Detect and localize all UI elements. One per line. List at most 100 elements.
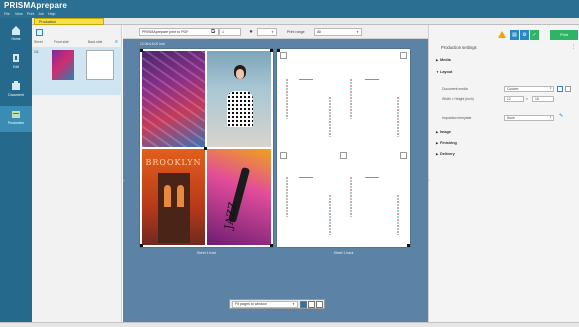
sheet-back[interactable] [277, 49, 410, 247]
collapse-right-icon[interactable]: › [428, 176, 432, 186]
brooklyn-text: BROOKLYN [145, 158, 202, 167]
chevron-down-icon: ▼ [292, 302, 295, 306]
page-view-button[interactable]: ▤ [510, 30, 519, 40]
menu-job[interactable]: Job [38, 12, 44, 16]
chevron-down-icon: ▼ [549, 116, 552, 119]
width-field[interactable]: 12 [504, 96, 524, 102]
menu-bar: File View Print Job Help [0, 11, 579, 18]
section-delivery[interactable]: ▶ Delivery [436, 152, 455, 156]
ribbon-production[interactable]: Production [0, 106, 32, 132]
thumbnail-row[interactable]: 1/1 [32, 47, 122, 95]
media-edit-button[interactable] [565, 86, 571, 92]
color-icon[interactable]: ● [247, 28, 255, 36]
tab-production[interactable]: Production [34, 18, 104, 25]
woman-dress [227, 91, 253, 127]
section-image[interactable]: ▶ Image [436, 130, 451, 134]
approve-button[interactable]: ✓ [530, 30, 539, 40]
zoom-select[interactable]: Fit pages to window ▼ [232, 301, 298, 308]
edit-icon [13, 54, 19, 62]
section-finishing[interactable]: ▶ Finishing [436, 141, 457, 145]
pencil-icon[interactable]: ✎ [559, 113, 563, 119]
jazz-text: JAZZ [222, 200, 240, 231]
slug-line [299, 177, 313, 178]
front-caption: Sheet 1 front [196, 251, 217, 255]
woman-face [236, 69, 244, 79]
page-image-woman [207, 51, 271, 147]
zoom-in-button[interactable] [308, 301, 315, 308]
imposition-value: None [507, 116, 515, 120]
settings-view-button[interactable]: ⚙ [520, 30, 529, 40]
media-catalog-button[interactable] [557, 86, 563, 92]
size-label: Width × Height (inch) [442, 97, 474, 101]
printer-select[interactable]: PRISMAprepare print to PDF ▼ [139, 28, 219, 36]
fit-page-button[interactable] [300, 301, 307, 308]
slug-text [350, 79, 352, 119]
warning-icon[interactable] [498, 31, 506, 38]
ribbon-home-label: Home [11, 37, 21, 41]
crop-mark [140, 49, 143, 52]
thumbnail-back-image [86, 50, 114, 80]
menu-print[interactable]: Print [27, 12, 34, 16]
menu-file[interactable]: File [4, 12, 10, 16]
slug-text [350, 177, 352, 217]
section-layout-label: Layout [440, 70, 453, 74]
copies-field[interactable]: 1 [219, 28, 241, 36]
document-icon [12, 81, 20, 90]
section-delivery-label: Delivery [440, 152, 455, 156]
color-select[interactable]: ▼ [257, 28, 277, 36]
crop-mark [270, 244, 273, 247]
panel-action-bar: ▤ ⚙ ✓ Print [498, 30, 579, 40]
chevron-down-icon: ▼ [549, 87, 552, 90]
document-tab-bar: Production [32, 18, 579, 25]
ribbon-edit[interactable]: Edit [0, 50, 32, 76]
thumbnail-sheet-number: 1/1 [34, 50, 39, 54]
slug-text [286, 177, 288, 217]
crop-mark [140, 244, 143, 247]
left-ribbon: Home Edit Document Production [0, 18, 32, 327]
section-media[interactable]: ▶ Media [436, 58, 451, 62]
thumbnail-front-image [52, 50, 74, 80]
registration-mark [400, 52, 407, 59]
document-media-label: Document media [442, 87, 468, 91]
print-range-label: Print range [287, 30, 305, 34]
registration-mark [280, 52, 287, 59]
registration-mark [340, 152, 347, 159]
crop-mark [270, 49, 273, 52]
zoom-out-button[interactable] [316, 301, 323, 308]
ribbon-production-label: Production [7, 121, 25, 125]
crop-mark [407, 244, 410, 247]
document-media-select[interactable]: Custom ▼ [504, 86, 554, 92]
thumbnail-panel: Sheet Front side Back side ≡ 1/1 [32, 25, 122, 327]
thumbnail-menu-icon[interactable]: ≡ [115, 39, 118, 45]
imposition-select[interactable]: None ▼ [504, 115, 554, 121]
header-front-side: Front side [54, 40, 69, 44]
copies-icon: ⧉ [210, 29, 216, 35]
crop-mark [277, 49, 280, 52]
thumbnail-tool-icon[interactable] [36, 29, 43, 36]
chevron-down-icon: ▼ [356, 30, 359, 34]
canvas-toolbar: PRISMAprepare print to PDF ▼ ⧉ 1 ● ▼ Prin… [123, 25, 428, 39]
collapse-left-icon[interactable]: ‹ [123, 176, 127, 186]
ribbon-home[interactable]: Home [0, 22, 32, 48]
ribbon-document[interactable]: Document [0, 78, 32, 104]
menu-view[interactable]: View [15, 12, 23, 16]
sheet-front[interactable]: BROOKLYN JAZZ [140, 49, 273, 247]
slug-text [329, 195, 331, 235]
slug-text [397, 97, 399, 137]
title-bar: PRISMAprepare [0, 0, 579, 11]
print-range-select[interactable]: All ▼ [314, 28, 362, 36]
more-options-icon[interactable]: ⋮ [571, 44, 576, 50]
imposition-label: Imposition template [442, 116, 472, 120]
section-image-label: Image [440, 130, 451, 134]
home-icon [12, 26, 20, 35]
page-image-jazz: JAZZ [207, 149, 271, 245]
menu-help[interactable]: Help [48, 12, 55, 16]
page-image-abstract [142, 51, 205, 147]
slug-line [365, 79, 379, 80]
printer-select-value: PRISMAprepare print to PDF [142, 30, 189, 34]
zoom-bar: Fit pages to window ▼ [229, 299, 325, 309]
section-layout[interactable]: ▼Layout [436, 70, 452, 74]
print-button[interactable]: Print [550, 30, 578, 40]
registration-mark [280, 152, 287, 159]
height-field[interactable]: 18 [532, 96, 554, 102]
